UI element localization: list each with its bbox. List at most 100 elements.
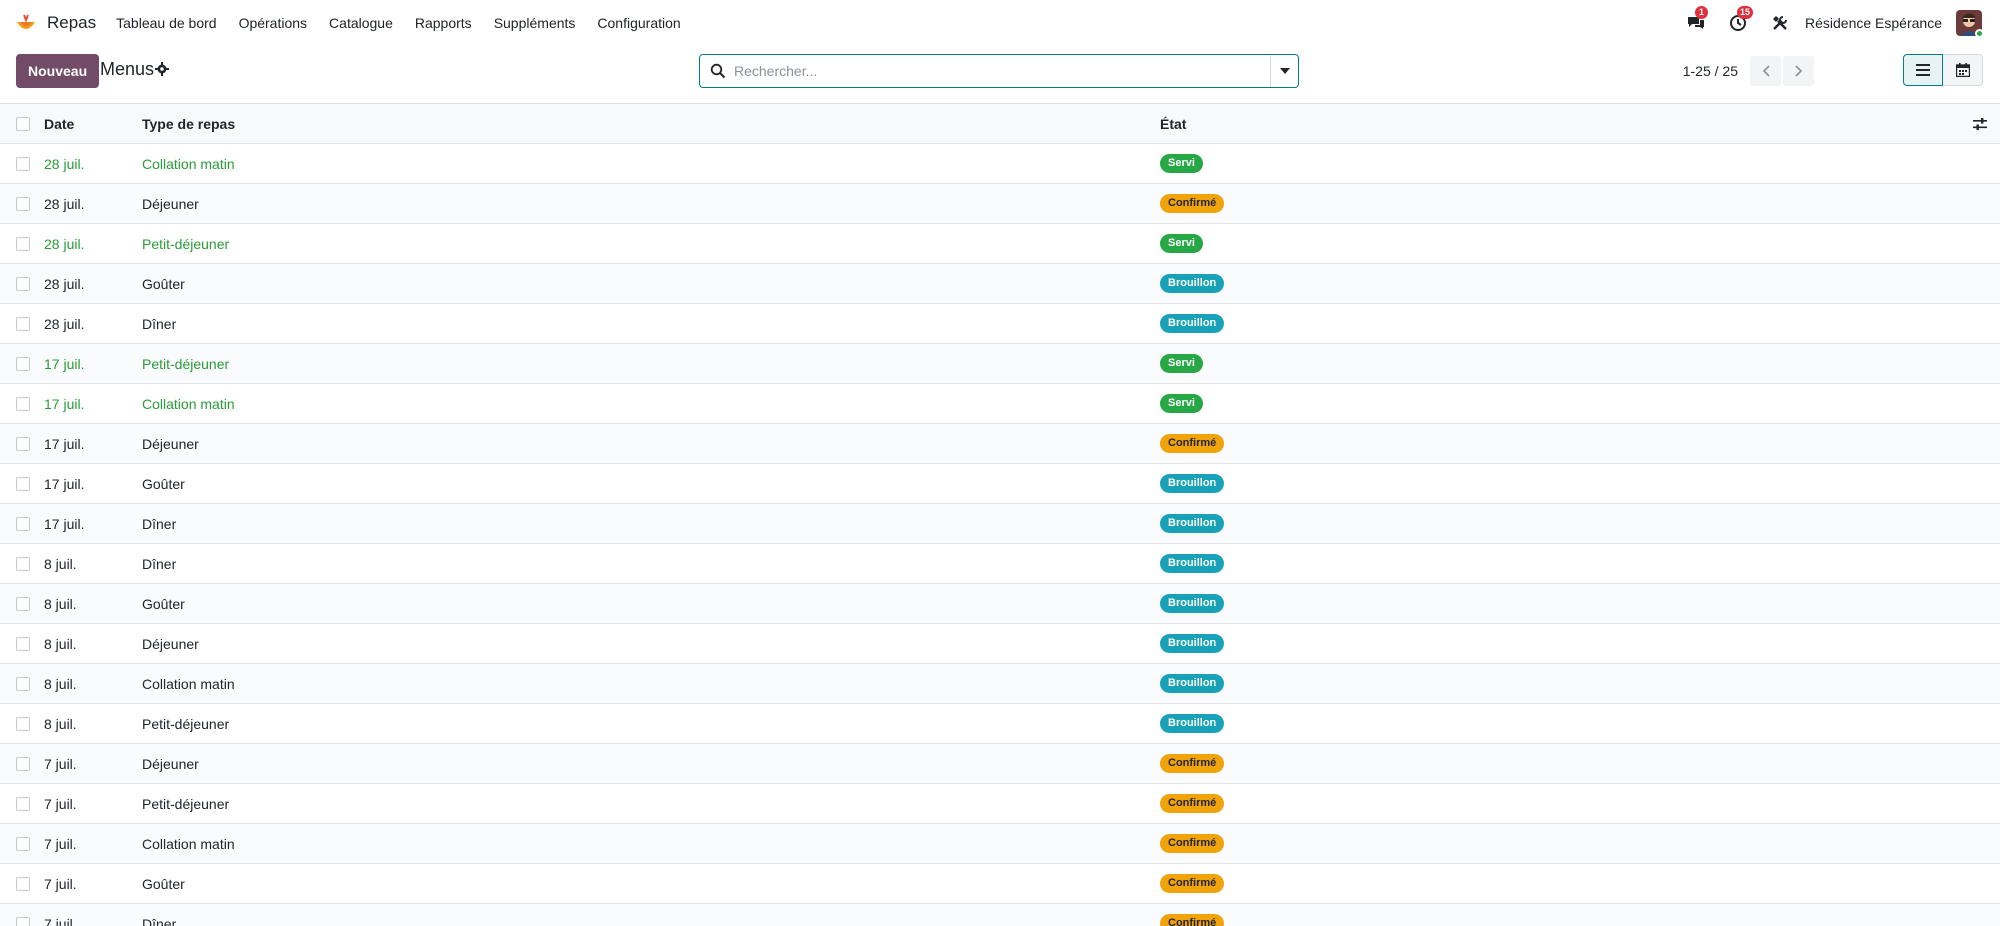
row-checkbox[interactable] — [16, 344, 30, 383]
row-checkbox[interactable] — [16, 864, 30, 903]
calendar-view-button[interactable] — [1943, 54, 1983, 86]
table-row[interactable]: 28 juil. Collation matin Servi — [0, 144, 2000, 184]
row-checkbox[interactable] — [16, 784, 30, 823]
table-row[interactable]: 7 juil. Goûter Confirmé — [0, 864, 2000, 904]
systray: 1 15 Résidence Espérance — [1665, 0, 1984, 46]
tools-icon[interactable] — [1769, 12, 1791, 34]
row-checkbox[interactable] — [16, 584, 30, 623]
gear-icon[interactable] — [155, 62, 169, 76]
new-button[interactable]: Nouveau — [16, 54, 100, 88]
row-meal-type: Collation matin — [142, 395, 235, 412]
pager-next-button[interactable] — [1783, 56, 1814, 86]
pager-previous-button[interactable] — [1750, 56, 1781, 86]
list-view-button[interactable] — [1903, 54, 1943, 86]
row-state: Brouillon — [1160, 504, 1225, 543]
row-checkbox[interactable] — [16, 184, 30, 223]
table-row[interactable]: 28 juil. Petit-déjeuner Servi — [0, 224, 2000, 264]
row-state: Brouillon — [1160, 624, 1225, 663]
search-options-toggle[interactable] — [1270, 55, 1298, 87]
row-date: 8 juil. — [44, 635, 77, 652]
row-checkbox[interactable] — [16, 384, 30, 423]
search-bar — [699, 54, 1299, 88]
table-row[interactable]: 8 juil. Collation matin Brouillon — [0, 664, 2000, 704]
search-input[interactable] — [734, 56, 1270, 86]
app-name[interactable]: Repas — [47, 13, 96, 33]
row-date: 8 juil. — [44, 555, 77, 572]
pager-value[interactable]: 1-25 / 25 — [1683, 63, 1738, 79]
table-row[interactable]: 8 juil. Déjeuner Brouillon — [0, 624, 2000, 664]
row-checkbox[interactable] — [16, 824, 30, 863]
table-row[interactable]: 7 juil. Collation matin Confirmé — [0, 824, 2000, 864]
table-row[interactable]: 28 juil. Déjeuner Confirmé — [0, 184, 2000, 224]
row-checkbox[interactable] — [16, 304, 30, 343]
column-header-type[interactable]: Type de repas — [142, 104, 235, 143]
status-badge: Brouillon — [1160, 274, 1225, 293]
status-badge: Brouillon — [1160, 594, 1225, 613]
table-row[interactable]: 17 juil. Dîner Brouillon — [0, 504, 2000, 544]
status-badge: Brouillon — [1160, 554, 1225, 573]
row-checkbox[interactable] — [16, 904, 30, 926]
row-state: Confirmé — [1160, 744, 1225, 783]
menu-supplements[interactable]: Suppléments — [494, 15, 576, 31]
company-switcher[interactable]: Résidence Espérance — [1805, 15, 1942, 31]
messages-icon[interactable]: 1 — [1685, 6, 1709, 34]
column-header-date[interactable]: Date — [44, 104, 74, 143]
row-checkbox[interactable] — [16, 504, 30, 543]
row-checkbox[interactable] — [16, 224, 30, 263]
column-header-state[interactable]: État — [1160, 104, 1186, 143]
table-row[interactable]: 17 juil. Collation matin Servi — [0, 384, 2000, 424]
row-date: 8 juil. — [44, 715, 77, 732]
menus-list: Date Type de repas État 28 juil. Collatio… — [0, 103, 2000, 926]
select-all-checkbox[interactable] — [16, 104, 30, 143]
row-checkbox[interactable] — [16, 744, 30, 783]
chevron-left-icon — [1762, 65, 1770, 77]
status-badge: Brouillon — [1160, 674, 1225, 693]
status-badge: Servi — [1160, 394, 1203, 413]
table-row[interactable]: 17 juil. Goûter Brouillon — [0, 464, 2000, 504]
row-state: Brouillon — [1160, 304, 1225, 343]
row-state: Servi — [1160, 384, 1203, 423]
row-meal-type: Déjeuner — [142, 195, 199, 212]
row-checkbox[interactable] — [16, 464, 30, 503]
row-meal-type: Collation matin — [142, 675, 235, 692]
row-meal-type: Dîner — [142, 315, 177, 332]
app-logo-icon[interactable] — [15, 12, 37, 34]
table-row[interactable]: 7 juil. Petit-déjeuner Confirmé — [0, 784, 2000, 824]
status-badge: Brouillon — [1160, 314, 1225, 333]
row-checkbox[interactable] — [16, 424, 30, 463]
table-row[interactable]: 8 juil. Dîner Brouillon — [0, 544, 2000, 584]
table-row[interactable]: 8 juil. Goûter Brouillon — [0, 584, 2000, 624]
table-row[interactable]: 28 juil. Goûter Brouillon — [0, 264, 2000, 304]
user-avatar[interactable] — [1956, 10, 1984, 38]
menu-rapports[interactable]: Rapports — [415, 15, 472, 31]
row-checkbox[interactable] — [16, 664, 30, 703]
row-meal-type: Goûter — [142, 875, 185, 892]
top-navbar: Repas Tableau de bord Opérations Catalog… — [0, 0, 2000, 46]
row-checkbox[interactable] — [16, 144, 30, 183]
menu-tableau-de-bord[interactable]: Tableau de bord — [116, 15, 216, 31]
row-checkbox[interactable] — [16, 624, 30, 663]
menu-operations[interactable]: Opérations — [239, 15, 307, 31]
table-row[interactable]: 7 juil. Dîner Confirmé — [0, 904, 2000, 926]
row-checkbox[interactable] — [16, 544, 30, 583]
row-meal-type: Goûter — [142, 475, 185, 492]
row-meal-type: Collation matin — [142, 835, 235, 852]
status-badge: Servi — [1160, 154, 1203, 173]
list-icon — [1916, 64, 1930, 76]
table-row[interactable]: 28 juil. Dîner Brouillon — [0, 304, 2000, 344]
row-date: 17 juil. — [44, 395, 85, 412]
menu-catalogue[interactable]: Catalogue — [329, 15, 393, 31]
row-state: Brouillon — [1160, 464, 1225, 503]
menu-configuration[interactable]: Configuration — [597, 15, 680, 31]
optional-columns-sliders-icon[interactable] — [1972, 116, 1988, 132]
status-badge: Confirmé — [1160, 434, 1225, 453]
row-checkbox[interactable] — [16, 264, 30, 303]
table-row[interactable]: 17 juil. Petit-déjeuner Servi — [0, 344, 2000, 384]
row-checkbox[interactable] — [16, 704, 30, 743]
table-row[interactable]: 17 juil. Déjeuner Confirmé — [0, 424, 2000, 464]
activities-clock-icon[interactable]: 15 — [1727, 6, 1754, 34]
table-row[interactable]: 7 juil. Déjeuner Confirmé — [0, 744, 2000, 784]
row-meal-type: Dîner — [142, 515, 177, 532]
status-badge: Confirmé — [1160, 834, 1225, 853]
table-row[interactable]: 8 juil. Petit-déjeuner Brouillon — [0, 704, 2000, 744]
